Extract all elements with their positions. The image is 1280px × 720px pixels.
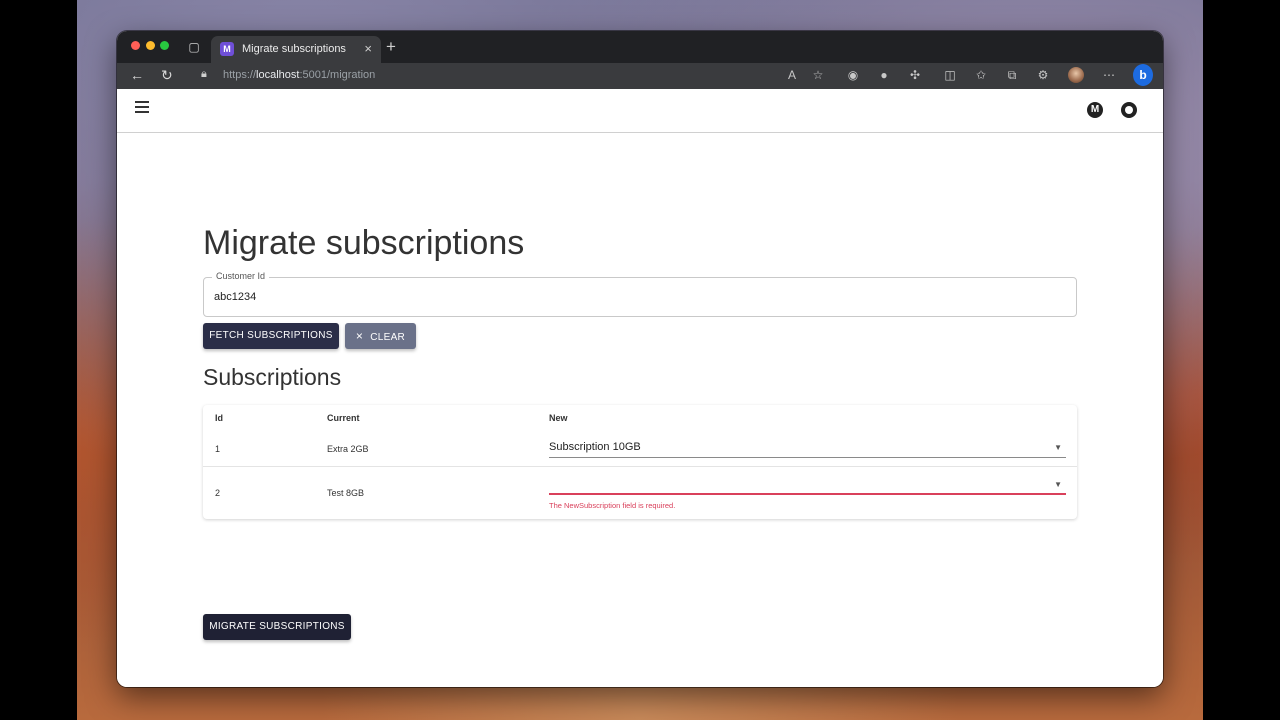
browser-window: ▢ M Migrate subscriptions × + ← ↻ 🔒︎ htt… [117, 31, 1163, 687]
new-subscription-select[interactable]: ▼ [549, 475, 1066, 495]
split-screen-icon[interactable]: ◫ [942, 68, 958, 82]
subscriptions-table: Id Current New 1 Extra 2GB Subscription … [203, 405, 1077, 519]
url-text: https://localhost:5001/migration [223, 69, 376, 81]
customer-id-value[interactable]: abc1234 [214, 291, 256, 303]
row-id: 1 [215, 444, 221, 454]
mouse-cursor [409, 613, 421, 626]
close-window-button[interactable] [131, 41, 140, 50]
column-header-new: New [549, 413, 568, 423]
column-header-current: Current [327, 413, 360, 423]
app-bar: M [117, 89, 1163, 133]
select-value: Subscription 10GB [549, 441, 641, 453]
main-content: Migrate subscriptions Customer Id abc123… [203, 223, 1077, 640]
row-current: Test 8GB [327, 488, 365, 498]
table-row: 2 Test 8GB ▼ The NewSubscription field i… [203, 467, 1077, 519]
reload-icon[interactable]: ↻ [161, 67, 173, 84]
new-tab-button[interactable]: + [386, 37, 396, 57]
more-menu-icon[interactable]: ⋯ [1101, 68, 1117, 82]
address-bar: ← ↻ 🔒︎ https://localhost:5001/migration … [117, 63, 1163, 89]
tab-actions-icon[interactable]: ▢ [187, 40, 201, 54]
migrate-subscriptions-button[interactable]: Migrate subscriptions [203, 614, 351, 640]
extensions-puzzle-icon[interactable]: ✣ [907, 68, 923, 82]
favorite-star-icon[interactable]: ☆ [810, 68, 826, 82]
url-field[interactable]: 🔒︎ https://localhost:5001/migration [189, 65, 839, 87]
collections-icon[interactable]: ⧉ [1004, 68, 1020, 83]
bing-copilot-icon[interactable]: b [1133, 64, 1153, 86]
close-icon: × [355, 329, 364, 343]
chevron-down-icon: ▼ [1054, 443, 1062, 452]
back-arrow-icon[interactable]: ← [130, 67, 144, 83]
hamburger-menu-icon[interactable] [135, 101, 149, 113]
maximize-window-button[interactable] [160, 41, 169, 50]
new-subscription-select[interactable]: Subscription 10GB ▼ [549, 438, 1066, 458]
lock-icon: 🔒︎ [201, 68, 207, 80]
minimize-window-button[interactable] [146, 41, 155, 50]
performance-icon[interactable]: ⚙ [1035, 68, 1051, 82]
tab-bar: ▢ M Migrate subscriptions × + [117, 31, 1163, 63]
extension-shield-icon[interactable]: ◉ [845, 68, 861, 82]
table-row: 1 Extra 2GB Subscription 10GB ▼ [203, 431, 1077, 467]
customer-id-label: Customer Id [212, 271, 270, 281]
row-id: 2 [215, 488, 221, 498]
page-title: Migrate subscriptions [203, 224, 525, 262]
validation-error-text: The NewSubscription field is required. [549, 501, 676, 510]
mudblazor-logo-icon[interactable]: M [1087, 102, 1103, 118]
extension-circle-icon[interactable]: ● [876, 68, 892, 82]
clear-button[interactable]: × Clear [345, 323, 416, 349]
browser-tab[interactable]: M Migrate subscriptions × [211, 36, 381, 63]
read-aloud-icon[interactable]: A [784, 68, 800, 82]
web-page: M Migrate subscriptions Customer Id abc1… [117, 89, 1163, 687]
favorites-icon[interactable]: ✩ [973, 68, 989, 82]
action-buttons: Fetch subscriptions × Clear [203, 323, 1077, 349]
tab-title: Migrate subscriptions [242, 43, 346, 55]
github-icon[interactable] [1121, 102, 1137, 118]
app-favicon-icon: M [220, 42, 234, 56]
tab-close-icon[interactable]: × [364, 41, 372, 56]
row-current: Extra 2GB [327, 444, 369, 454]
profile-avatar[interactable] [1068, 67, 1084, 83]
chevron-down-icon: ▼ [1054, 480, 1062, 489]
subscriptions-heading: Subscriptions [203, 364, 342, 390]
clear-label: Clear [370, 332, 406, 343]
customer-id-field[interactable]: Customer Id abc1234 [203, 271, 1077, 317]
column-header-id: Id [215, 413, 223, 423]
fetch-subscriptions-button[interactable]: Fetch subscriptions [203, 323, 339, 349]
